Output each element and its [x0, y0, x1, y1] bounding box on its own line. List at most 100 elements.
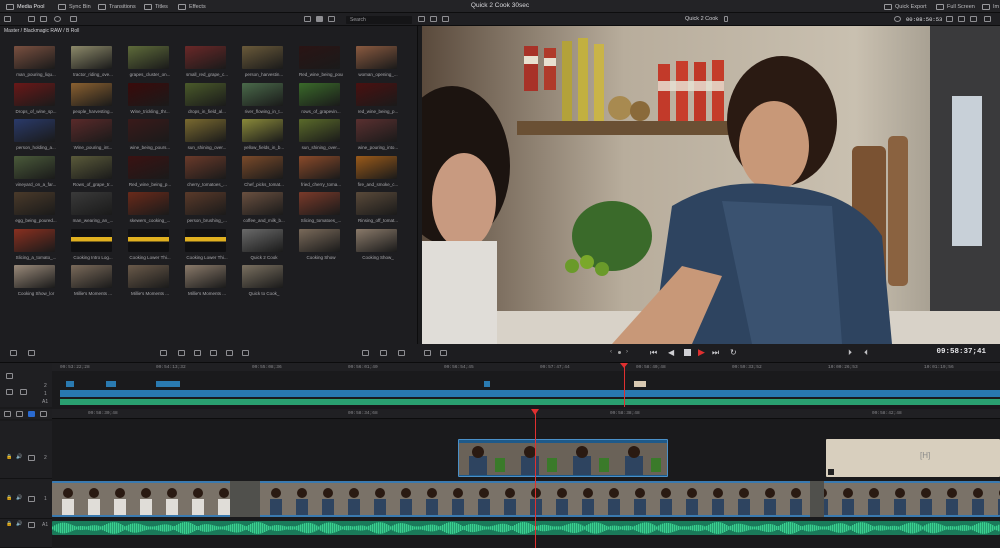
media-clip[interactable]: fire_and_smoke_c...	[356, 155, 400, 187]
zoom-icon[interactable]	[380, 350, 387, 356]
lock-icon[interactable]: 🔒	[6, 521, 12, 527]
blade-tool-icon[interactable]	[28, 350, 35, 356]
mini-track-a1[interactable]	[60, 399, 1000, 405]
video-toggle-icon[interactable]	[28, 496, 35, 502]
next-edit-icon[interactable]: ⏵	[848, 348, 852, 358]
resolution-icon[interactable]	[958, 16, 965, 22]
mini-clip-v2[interactable]	[66, 381, 74, 387]
media-clip[interactable]: cherry_tomatoes_...	[185, 155, 229, 187]
link-icon[interactable]	[6, 389, 13, 395]
smart-insert-icon[interactable]	[160, 350, 167, 356]
media-clip[interactable]: tractor_riding_ove...	[71, 46, 115, 77]
timeline-clip-v2[interactable]	[458, 439, 668, 477]
media-clip[interactable]: Cooking Show	[299, 228, 343, 260]
audio-settings-icon[interactable]	[440, 350, 447, 356]
media-clip[interactable]: vineyard_on_a_far...	[14, 155, 58, 187]
sort-icon[interactable]	[328, 16, 335, 22]
media-clip[interactable]: man_pouring_liqu...	[14, 46, 58, 77]
mini-clip-v2[interactable]	[156, 381, 180, 387]
tab-effects[interactable]: Effects	[178, 0, 206, 13]
audio-track-icon[interactable]	[362, 350, 369, 356]
mini-clip-v2[interactable]	[484, 381, 490, 387]
flag-icon[interactable]	[398, 350, 405, 356]
media-clip[interactable]: man_wearing_an_...	[71, 192, 115, 223]
media-clip[interactable]: Millie's Moments ...	[185, 265, 229, 296]
media-clip[interactable]: wine_pouring_into...	[356, 119, 400, 150]
viewer-image[interactable]	[422, 26, 1000, 344]
jog-left-icon[interactable]: ‹	[610, 349, 612, 355]
media-clip[interactable]: coffee_and_milk_b...	[242, 192, 286, 223]
quick-export-button[interactable]: Quick Export	[884, 0, 926, 13]
media-clip[interactable]: woman_opening_...	[356, 46, 400, 77]
speaker-icon[interactable]: 🔊	[16, 521, 22, 527]
media-clip[interactable]: people_harvesting...	[71, 82, 115, 114]
playhead[interactable]	[535, 409, 536, 548]
media-clip[interactable]: Quick 2 Cook	[242, 228, 286, 260]
zoom-full-icon[interactable]	[40, 411, 47, 417]
media-clip[interactable]: skewers_cooking_...	[128, 192, 172, 223]
media-clip[interactable]: person_holding_a...	[14, 119, 58, 150]
media-clip[interactable]: fried_cherry_toma...	[299, 155, 343, 187]
media-clip[interactable]: Cooking Lower Thi...	[128, 228, 172, 260]
marker-icon[interactable]	[28, 411, 35, 417]
panel-layout-icon[interactable]	[4, 16, 11, 22]
track-lock-icon[interactable]	[20, 389, 27, 395]
place-on-top-icon[interactable]	[226, 350, 233, 356]
tab-sync-bin[interactable]: Sync Bin	[58, 0, 91, 13]
main-ruler[interactable]	[52, 409, 1000, 419]
ripple-overwrite-icon[interactable]	[194, 350, 201, 356]
speaker-icon[interactable]: 🔊	[16, 495, 22, 501]
inspector-button[interactable]: Im	[982, 0, 999, 13]
media-clip[interactable]: river_flowing_in_t...	[242, 82, 286, 114]
grid-view-icon[interactable]	[316, 16, 323, 22]
media-clip[interactable]: person_brushing_...	[185, 192, 229, 223]
breadcrumb[interactable]: Master / Blackmagic RAW / B Roll	[4, 28, 79, 34]
media-clip[interactable]: Wine_trickling_thr...	[128, 82, 172, 114]
mini-clip-v2[interactable]	[106, 381, 116, 387]
audio-toggle-icon[interactable]	[28, 522, 35, 528]
media-clip[interactable]: sun_shining_over...	[185, 119, 229, 150]
tab-media-pool[interactable]: Media Pool	[6, 0, 45, 13]
timeline-title-clip[interactable]: [H]	[826, 439, 1000, 477]
media-clip[interactable]: yellow_fields_in_b...	[242, 119, 286, 150]
media-clip[interactable]: Quick to Cook_	[242, 265, 286, 296]
more-options-icon[interactable]	[984, 16, 991, 22]
video-toggle-icon[interactable]	[28, 455, 35, 461]
media-clip[interactable]: small_red_grape_c...	[185, 46, 229, 77]
safe-area-icon[interactable]	[430, 16, 437, 22]
stop-icon[interactable]	[684, 349, 691, 356]
media-clip[interactable]: Cooking Intro Log...	[71, 228, 115, 260]
media-clip[interactable]: person_harvestin...	[242, 46, 286, 77]
play-icon[interactable]: ▶	[698, 347, 705, 358]
media-clip[interactable]: Red_wine_being_p...	[128, 155, 172, 187]
media-clip[interactable]: Drops_of_wine_sp...	[14, 82, 58, 114]
media-clip[interactable]: Millie's Moments ...	[128, 265, 172, 296]
append-icon[interactable]	[178, 350, 185, 356]
media-clip[interactable]: red_wine_being_p...	[356, 82, 400, 114]
reverse-play-icon[interactable]: ◀	[668, 348, 674, 357]
media-clip[interactable]: drops_in_field_al...	[185, 82, 229, 114]
media-clip[interactable]: sun_shining_over...	[299, 119, 343, 150]
media-clip[interactable]: rows_of_grapevin...	[299, 82, 343, 114]
go-to-start-icon[interactable]: ⏮	[650, 348, 657, 358]
media-clip[interactable]: wine_being_pours...	[128, 119, 172, 150]
mini-playhead-handle[interactable]	[620, 363, 628, 368]
timeline-view-icon[interactable]	[10, 350, 17, 356]
full-screen-button[interactable]: Full Screen	[936, 0, 975, 13]
loop-icon[interactable]	[946, 16, 953, 22]
loop-icon[interactable]: ↻	[730, 348, 737, 357]
media-clip[interactable]: Chef_picks_tomat...	[242, 155, 286, 187]
previous-edit-icon[interactable]: ⏴	[864, 348, 868, 358]
refresh-icon[interactable]	[54, 16, 61, 22]
media-clip[interactable]: Millie's Moments ...	[71, 265, 115, 296]
trim-tool-icon[interactable]	[16, 411, 23, 417]
media-clip[interactable]: Wine_pouring_int...	[71, 119, 115, 150]
clip-icon[interactable]	[40, 16, 47, 22]
settings-icon[interactable]	[70, 16, 77, 22]
audio-meter-icon[interactable]	[442, 16, 449, 22]
go-to-end-icon[interactable]: ⏭	[712, 348, 719, 358]
tab-transitions[interactable]: Transitions	[98, 0, 136, 13]
media-clip[interactable]: Cooking Show_lor	[14, 265, 58, 296]
mini-clip-v2[interactable]	[634, 381, 646, 387]
media-clip[interactable]: Rinsing_off_tomat...	[356, 192, 400, 223]
